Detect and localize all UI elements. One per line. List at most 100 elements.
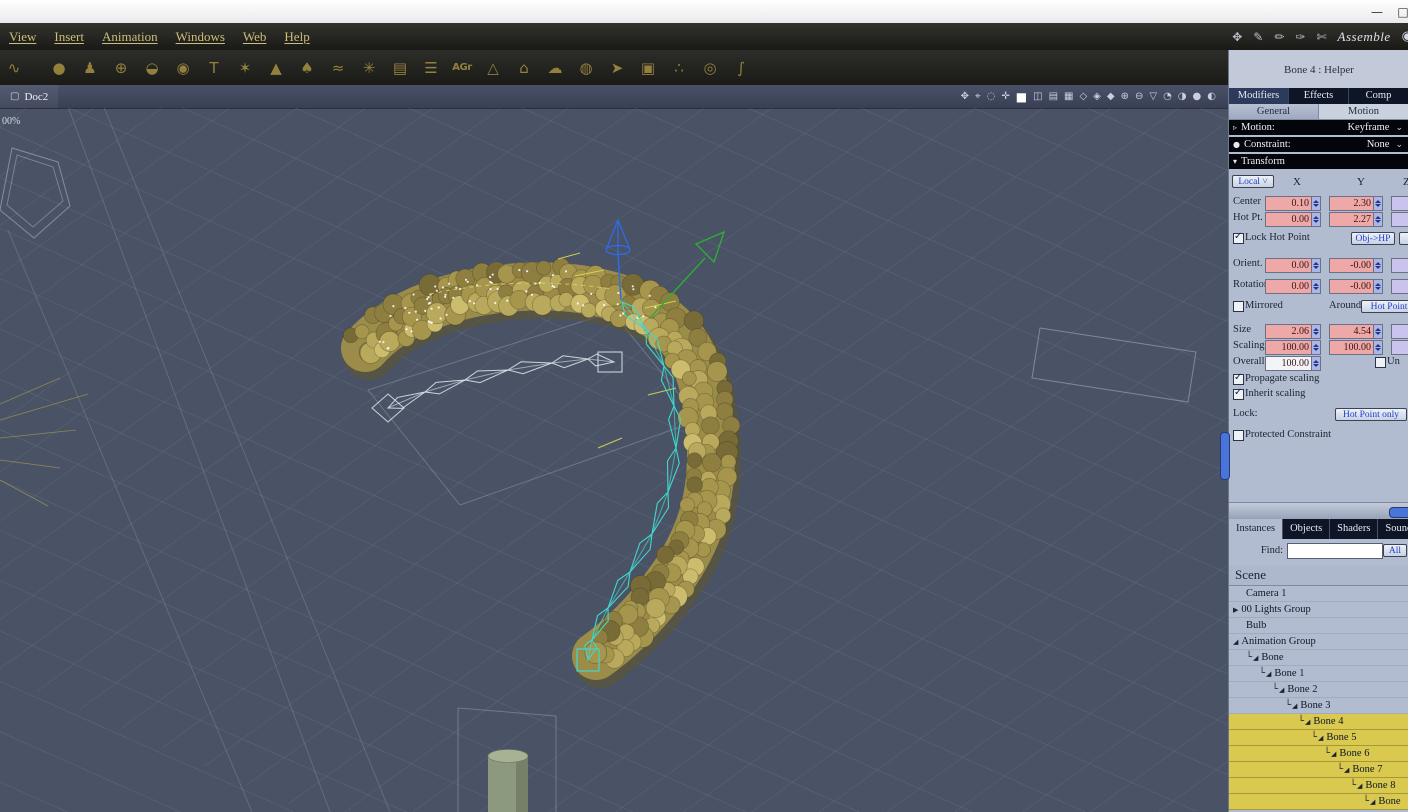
sphere-tool[interactable]: ●	[45, 59, 73, 77]
orient-z-field[interactable]	[1391, 258, 1408, 273]
tree-item-bone-3[interactable]: └ ◢ Bone 3	[1229, 698, 1408, 714]
chevron-down-icon[interactable]: ⌄	[1395, 140, 1403, 150]
tree-item-bone-7[interactable]: └ ◢ Bone 7	[1229, 762, 1408, 778]
hp-to-obj-button[interactable]: H	[1399, 232, 1408, 245]
hair-tool[interactable]: ☰	[417, 59, 445, 77]
zoom-icon[interactable]: ✛	[1001, 91, 1009, 102]
collapse-icon[interactable]: ◢	[1370, 798, 1375, 806]
shaded-wire-icon[interactable]: ◈	[1093, 91, 1101, 102]
eye-icon[interactable]: ◉	[1402, 29, 1408, 44]
collapse-icon[interactable]: ◢	[1233, 638, 1238, 646]
knife-tool-icon[interactable]: ✄	[1316, 30, 1326, 44]
sphere-flat-icon[interactable]: ◔	[1163, 91, 1172, 102]
hot-point-z-field[interactable]	[1391, 212, 1408, 227]
pan-hand-icon[interactable]: ✥	[1232, 30, 1242, 44]
tree-item-bone-5[interactable]: └ ◢ Bone 5	[1229, 730, 1408, 746]
spinner[interactable]	[1311, 280, 1320, 293]
lock-mode-button[interactable]: Hot Point only	[1335, 408, 1407, 421]
tree-item-bone-8[interactable]: └ ◢ Bone 8	[1229, 778, 1408, 794]
tree-item-camera-1[interactable]: Camera 1	[1229, 586, 1408, 602]
protected-constraint-checkbox[interactable]	[1233, 430, 1244, 441]
mirror-around-button[interactable]: Hot Point	[1361, 300, 1408, 313]
walk-tool[interactable]: ∴	[665, 59, 693, 77]
tab-motion[interactable]: Motion	[1319, 104, 1408, 119]
spinner[interactable]	[1373, 341, 1382, 354]
expand-icon[interactable]: ▶	[1233, 606, 1238, 614]
rotation-z-field[interactable]	[1391, 279, 1408, 294]
shaded-icon[interactable]: ◆	[1107, 91, 1115, 102]
house-tool[interactable]: ⌂	[510, 59, 538, 77]
transform-header[interactable]: ▾ Transform	[1229, 154, 1408, 169]
menu-item-web[interactable]: Web	[243, 29, 267, 45]
spinner[interactable]	[1311, 341, 1320, 354]
tree-item-00-lights-group[interactable]: ▶ 00 Lights Group	[1229, 602, 1408, 618]
collapse-icon[interactable]: ◢	[1292, 702, 1297, 710]
spinner[interactable]	[1373, 325, 1382, 338]
agr-tool[interactable]: AGr	[448, 62, 476, 73]
document-tab[interactable]: ▢ Doc2	[0, 85, 59, 108]
collapse-icon[interactable]: ◢	[1357, 782, 1362, 790]
arrow-tool[interactable]: ➤	[603, 59, 631, 77]
cloud-tool[interactable]: ☁	[541, 59, 569, 77]
sphere-gouraud-icon[interactable]: ◑	[1178, 91, 1187, 102]
remove-view-icon[interactable]: ⊖	[1135, 91, 1143, 102]
tree-item-bone-4[interactable]: └ ◢ Bone 4	[1229, 714, 1408, 730]
motion-header[interactable]: ▹ Motion: Keyframe ⌄	[1229, 120, 1408, 135]
tab-objects[interactable]: Objects	[1283, 519, 1331, 539]
overall-field[interactable]: 100.00	[1265, 356, 1321, 371]
center-y-field[interactable]: 2.30	[1329, 196, 1383, 211]
layout-grid-icon[interactable]: ▦	[1064, 91, 1073, 102]
menu-item-insert[interactable]: Insert	[54, 29, 84, 45]
tree-item-bone-6[interactable]: └ ◢ Bone 6	[1229, 746, 1408, 762]
pan-icon[interactable]: ✥	[961, 91, 969, 102]
plant-tool[interactable]: ♠	[293, 59, 321, 77]
sphere-texture-icon[interactable]: ◐	[1207, 91, 1216, 102]
collapse-icon[interactable]: ◢	[1266, 670, 1271, 678]
scaling-x-field[interactable]: 100.00	[1265, 340, 1321, 355]
spinner[interactable]	[1311, 213, 1320, 226]
spinner[interactable]	[1311, 197, 1320, 210]
spinner[interactable]	[1373, 259, 1382, 272]
center-x-field[interactable]: 0.10	[1265, 196, 1321, 211]
add-view-icon[interactable]: ⊕	[1121, 91, 1129, 102]
center-z-field[interactable]	[1391, 196, 1408, 211]
collapse-icon[interactable]: ◢	[1279, 686, 1284, 694]
eraser-tool-icon[interactable]: ✎	[1253, 30, 1263, 44]
tree-item-bone-1[interactable]: └ ◢ Bone 1	[1229, 666, 1408, 682]
maximize-button[interactable]: □	[1390, 1, 1408, 23]
rotation-y-field[interactable]: -0.00	[1329, 279, 1383, 294]
ocean-tool[interactable]: ≈	[324, 59, 352, 77]
spiral-tool[interactable]: ◉	[169, 59, 197, 77]
pencil-tool-icon[interactable]: ✏	[1274, 30, 1284, 44]
menu-item-animation[interactable]: Animation	[102, 29, 158, 45]
tab-general[interactable]: General	[1229, 104, 1319, 119]
collapse-icon[interactable]: ◢	[1344, 766, 1349, 774]
scaling-y-field[interactable]: 100.00	[1329, 340, 1383, 355]
tab-modifiers[interactable]: Modifiers	[1229, 88, 1289, 104]
tree-item-bone[interactable]: └ ◢ Bone	[1229, 794, 1408, 810]
rock-tool[interactable]: ◍	[572, 59, 600, 77]
mountain-tool[interactable]: △	[479, 59, 507, 77]
spinner[interactable]	[1373, 213, 1382, 226]
tab-sounds[interactable]: Sounds	[1378, 519, 1408, 539]
tree-item-animation-group[interactable]: ◢ Animation Group	[1229, 634, 1408, 650]
chevron-down-icon[interactable]: ⌄	[1395, 123, 1403, 133]
spinner[interactable]	[1311, 357, 1320, 370]
minimize-button[interactable]: —	[1364, 1, 1390, 23]
inherit-scaling-checkbox[interactable]	[1233, 387, 1244, 400]
coordinate-space-button[interactable]: Local ˅	[1232, 175, 1274, 188]
find-input[interactable]	[1287, 543, 1383, 559]
wireframe-icon[interactable]: ◇	[1079, 91, 1087, 102]
text-tool[interactable]: T	[200, 59, 228, 77]
motion-method-value[interactable]: Keyframe	[1347, 122, 1389, 133]
propagate-scaling-checkbox[interactable]	[1233, 372, 1244, 385]
menu-item-help[interactable]: Help	[284, 29, 309, 45]
panel-splitter[interactable]	[1229, 502, 1408, 519]
splitter-grip[interactable]	[1389, 507, 1408, 518]
tree-item-bone-2[interactable]: └ ◢ Bone 2	[1229, 682, 1408, 698]
size-y-field[interactable]: 4.54	[1329, 324, 1383, 339]
constraint-header[interactable]: ● Constraint: None ⌄	[1229, 137, 1408, 152]
collapse-icon[interactable]: ◢	[1253, 654, 1258, 662]
spline-tool[interactable]: ∿	[0, 59, 28, 77]
orient-y-field[interactable]: -0.00	[1329, 258, 1383, 273]
